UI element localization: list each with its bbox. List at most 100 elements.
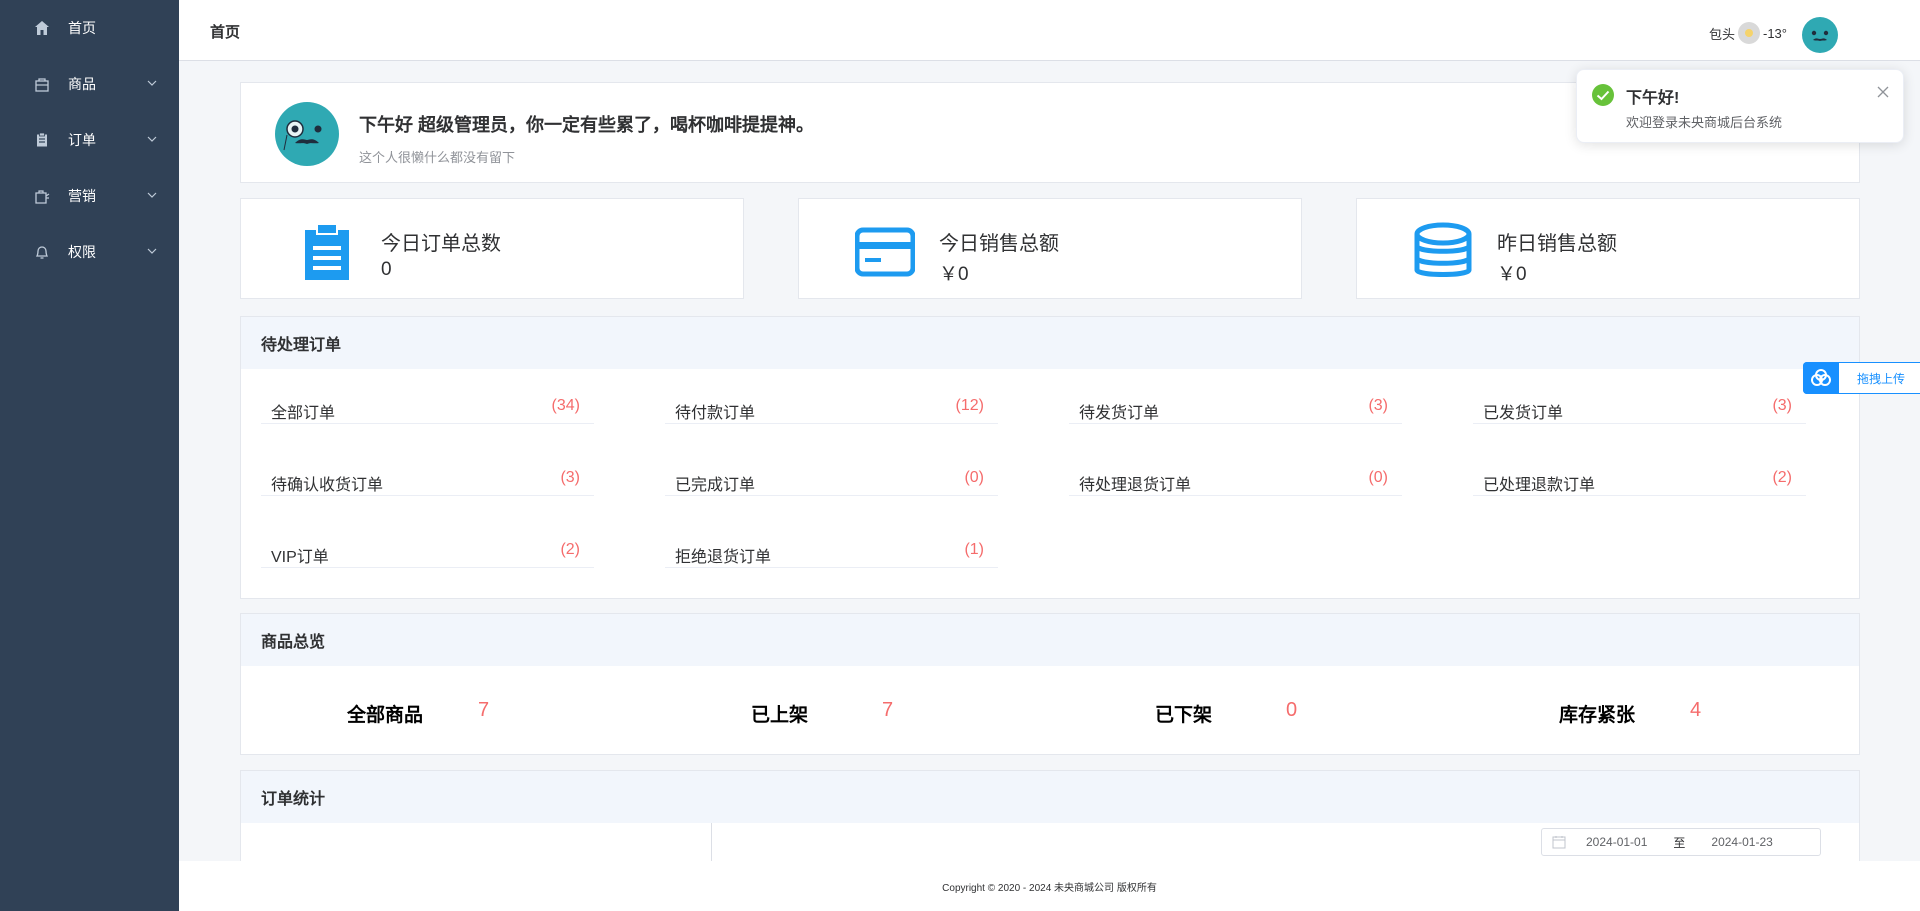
sidebar-item-marketing[interactable]: 营销	[0, 168, 179, 224]
goods-stat-label: 全部商品	[347, 705, 424, 726]
upload-label: 拖拽上传	[1857, 371, 1906, 386]
sidebar-item-label: 权限	[68, 244, 96, 260]
sidebar-item-goods[interactable]: 商品	[0, 56, 179, 112]
stat-value: ￥0	[1497, 264, 1527, 285]
database-icon	[1414, 222, 1472, 277]
order-type-label: 拒绝退货订单	[675, 549, 772, 566]
clipboard-icon	[34, 132, 50, 148]
stat-title: 今日订单总数	[381, 233, 501, 255]
order-count: (12)	[955, 397, 984, 414]
order-type-label: 待处理退货订单	[1079, 477, 1192, 494]
notification-title: 下午好!	[1626, 90, 1680, 107]
list-item[interactable]: 待确认收货订单 (3)	[261, 463, 594, 496]
weather-widget: 包头 -13°	[1709, 22, 1787, 44]
copyright-text: Copyright © 2020 - 2024 未央商城公司 版权所有	[942, 882, 1157, 894]
goods-stat-value: 7	[478, 699, 490, 721]
gift-icon	[34, 188, 50, 204]
order-count: (3)	[1368, 397, 1388, 414]
success-check-icon	[1592, 84, 1614, 106]
list-item[interactable]: VIP订单 (2)	[261, 535, 594, 568]
notification-message: 欢迎登录未央商城后台系统	[1626, 115, 1783, 130]
weather-city: 包头	[1708, 26, 1735, 42]
sidebar-item-orders[interactable]: 订单	[0, 112, 179, 168]
order-type-label: 已处理退款订单	[1483, 477, 1596, 494]
pending-orders-panel: 待处理订单 全部订单 (34) 待付款订单 (12) 待发货订单 (3) 已发货…	[240, 316, 1860, 599]
goods-stat-label: 已下架	[1155, 705, 1213, 726]
order-count: (2)	[560, 541, 580, 558]
chevron-down-icon	[147, 136, 157, 142]
order-count: (3)	[560, 469, 580, 486]
panel-title: 商品总览	[241, 614, 1859, 666]
main-content: 下午好 超级管理员，你一定有些累了，喝杯咖啡提提神。 这个人很懒什么都没有留下 …	[179, 61, 1920, 870]
order-count: (2)	[1772, 469, 1792, 486]
cloud-upload-icon	[1803, 362, 1839, 394]
breadcrumb[interactable]: 首页	[210, 21, 240, 42]
list-item[interactable]: 已完成订单 (0)	[665, 463, 998, 496]
stat-card-yesterday-sales: 昨日销售总额 ￥0	[1356, 198, 1860, 299]
order-type-label: 待发货订单	[1079, 405, 1160, 422]
close-icon[interactable]	[1877, 86, 1889, 98]
panel-title: 订单统计	[241, 771, 1859, 823]
sidebar-item-label: 订单	[68, 132, 96, 148]
goods-stat-value: 4	[1690, 699, 1702, 721]
list-item[interactable]: 待处理退货订单 (0)	[1069, 463, 1402, 496]
credit-card-icon	[855, 227, 915, 277]
bag-icon	[34, 76, 50, 92]
goods-stat-label: 已上架	[751, 705, 809, 726]
clipboard-icon	[305, 223, 349, 280]
goods-stat-value: 0	[1286, 699, 1298, 721]
list-item[interactable]: 已发货订单 (3)	[1473, 391, 1806, 424]
footer: Copyright © 2020 - 2024 未央商城公司 版权所有	[179, 861, 1920, 911]
chevron-down-icon	[147, 248, 157, 254]
stat-title: 今日销售总额	[939, 233, 1059, 255]
panel-title: 待处理订单	[241, 317, 1859, 369]
order-type-label: 待确认收货订单	[271, 477, 384, 494]
sidebar-item-label: 营销	[68, 188, 96, 204]
drag-upload-button[interactable]: 拖拽上传	[1803, 362, 1920, 394]
sidebar-item-label: 首页	[68, 20, 96, 36]
list-item[interactable]: 已处理退款订单 (2)	[1473, 463, 1806, 496]
home-icon	[34, 20, 50, 36]
stat-card-today-orders: 今日订单总数 0	[240, 198, 744, 299]
order-type-label: 全部订单	[271, 405, 336, 422]
sidebar: 首页 商品 订单 营销 权限	[0, 0, 179, 911]
stat-card-today-sales: 今日销售总额 ￥0	[798, 198, 1302, 299]
list-item[interactable]: 拒绝退货订单 (1)	[665, 535, 998, 568]
order-count: (1)	[964, 541, 984, 558]
chevron-down-icon	[147, 80, 157, 86]
order-type-label: VIP订单	[271, 549, 329, 566]
sidebar-item-home[interactable]: 首页	[0, 0, 179, 56]
weather-temperature: -13°	[1763, 25, 1787, 41]
date-end-input[interactable]: 2024-01-23	[1711, 835, 1772, 849]
order-type-label: 待付款订单	[675, 405, 756, 422]
welcome-greeting: 下午好 超级管理员，你一定有些累了，喝杯咖啡提提神。	[359, 115, 814, 135]
sun-icon	[1738, 22, 1760, 44]
list-item[interactable]: 待付款订单 (12)	[665, 391, 998, 424]
date-start-input[interactable]: 2024-01-01	[1586, 835, 1647, 849]
bell-icon	[34, 244, 50, 260]
order-count: (0)	[1368, 469, 1388, 486]
stat-value: ￥0	[939, 264, 969, 285]
sidebar-item-permissions[interactable]: 权限	[0, 224, 179, 280]
welcome-subtitle: 这个人很懒什么都没有留下	[359, 150, 516, 165]
order-stats-panel: 订单统计 2024-01-01 至 2024-01-23	[240, 770, 1860, 870]
list-item[interactable]: 待发货订单 (3)	[1069, 391, 1402, 424]
stat-title: 昨日销售总额	[1497, 233, 1617, 255]
avatar	[275, 102, 339, 166]
date-separator: 至	[1673, 835, 1686, 850]
order-count: (3)	[1772, 397, 1792, 414]
order-count: (34)	[551, 397, 580, 414]
goods-overview-panel: 商品总览 全部商品 7 已上架 7 已下架 0 库存紧张 4	[240, 613, 1860, 755]
list-item[interactable]: 全部订单 (34)	[261, 391, 594, 424]
order-type-label: 已完成订单	[675, 477, 756, 494]
goods-stat-value: 7	[882, 699, 894, 721]
date-range-picker[interactable]: 2024-01-01 至 2024-01-23	[1541, 828, 1821, 856]
notification-toast: 下午好! 欢迎登录未央商城后台系统	[1576, 69, 1904, 143]
calendar-icon	[1552, 836, 1566, 849]
chevron-down-icon	[147, 192, 157, 198]
sidebar-item-label: 商品	[68, 76, 96, 92]
avatar[interactable]	[1802, 17, 1838, 53]
order-count: (0)	[964, 469, 984, 486]
order-type-label: 已发货订单	[1483, 405, 1564, 422]
goods-stat-label: 库存紧张	[1559, 705, 1636, 726]
